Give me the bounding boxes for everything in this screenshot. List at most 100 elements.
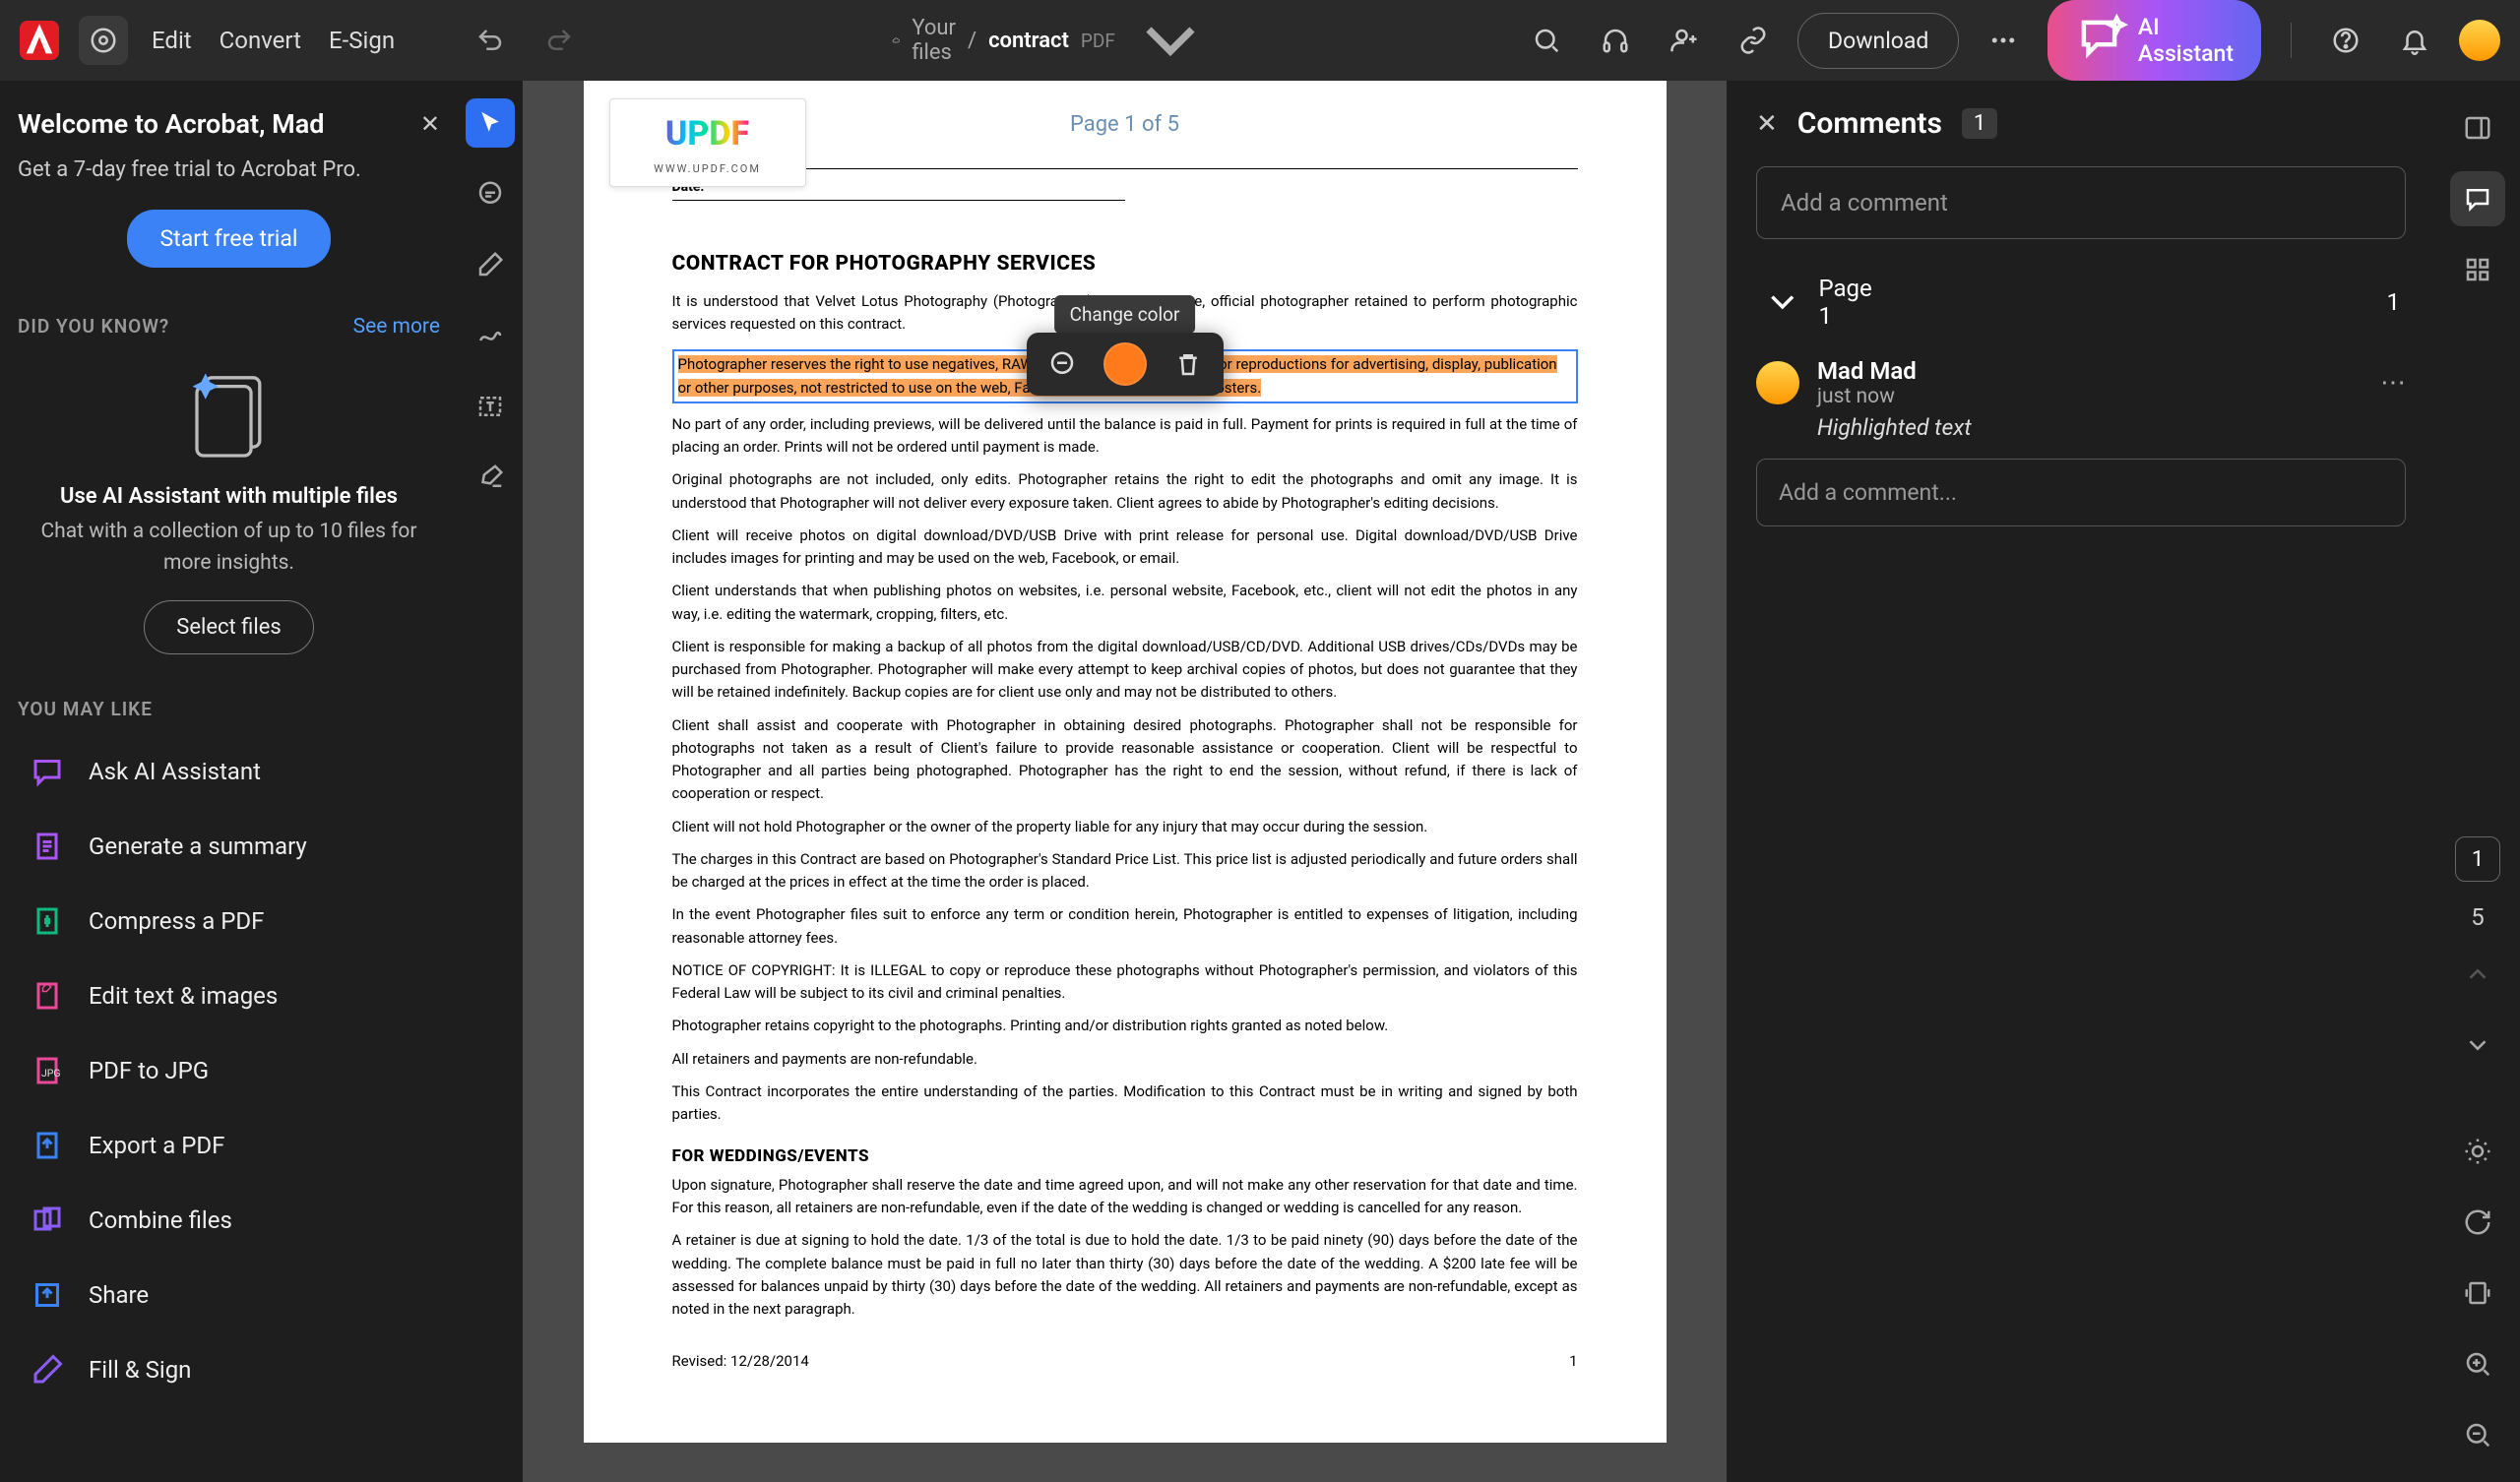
ai-card-desc: Chat with a collection of up to 10 files… [18, 517, 440, 579]
doc-para: This Contract incorporates the entire un… [672, 1081, 1578, 1127]
page-group-count: 1 [2387, 288, 2401, 316]
breadcrumb-files[interactable]: Your files [912, 16, 956, 65]
comment-card[interactable]: Mad Mad just now ⋯ Highlighted text Add … [1756, 357, 2406, 526]
page-up-icon[interactable] [2450, 947, 2505, 1002]
page-down-icon[interactable] [2450, 1018, 2505, 1073]
chevron-down-icon [1762, 281, 1802, 322]
page-indicator: Page 1 of 5 [1070, 108, 1179, 142]
sidebar-item-label: Fill & Sign [89, 1356, 191, 1384]
you-may-like-label: YOU MAY LIKE [18, 698, 440, 720]
close-welcome-icon[interactable]: ✕ [420, 110, 440, 138]
jpg-icon: JPG [28, 1051, 67, 1090]
comment-panel-icon[interactable] [2450, 171, 2505, 226]
brightness-icon[interactable] [2450, 1124, 2505, 1179]
doc-para: NOTICE OF COPYRIGHT: It is ILLEGAL to co… [672, 959, 1578, 1006]
comment-tool[interactable] [466, 169, 515, 218]
doc-para: Client will not hold Photographer or the… [672, 816, 1578, 838]
sidebar-item-edit[interactable]: Edit text & images [18, 958, 440, 1033]
doc-para: A retainer is due at signing to hold the… [672, 1229, 1578, 1321]
fit-page-icon[interactable] [2450, 1266, 2505, 1321]
comments-count: 1 [1962, 108, 1997, 139]
page-group-toggle[interactable]: Page 1 1 [1756, 275, 2406, 330]
topbar: Edit Convert E-Sign Your files / contrac… [0, 0, 2520, 81]
page-number: 1 [1569, 1350, 1577, 1373]
select-tool[interactable] [466, 98, 515, 148]
weddings-heading: FOR WEDDINGS/EVENTS [672, 1143, 1578, 1169]
avatar[interactable] [2459, 20, 2500, 61]
user-add-icon[interactable] [1660, 16, 1709, 65]
acrobat-logo [20, 21, 59, 60]
headphones-icon[interactable] [1591, 16, 1640, 65]
redo-icon[interactable] [535, 16, 584, 65]
sidebar-item-label: Generate a summary [89, 833, 307, 860]
panel-toggle-icon[interactable] [2450, 100, 2505, 155]
add-note-icon[interactable] [1040, 342, 1084, 386]
doc-para: Original photographs are not included, o… [672, 468, 1578, 515]
add-comment-input[interactable]: Add a comment [1756, 166, 2406, 239]
select-files-button[interactable]: Select files [144, 600, 313, 654]
doc-para: The charges in this Contract are based o… [672, 848, 1578, 895]
erase-tool[interactable] [466, 453, 515, 502]
breadcrumb: Your files / contract PDF [892, 0, 1214, 84]
breadcrumb-sep: / [968, 29, 976, 53]
menu-edit[interactable]: Edit [148, 19, 196, 62]
right-rail: 1 5 [2435, 81, 2520, 1482]
did-you-know-label: DID YOU KNOW? [18, 315, 169, 339]
combine-icon [28, 1201, 67, 1240]
help-icon[interactable] [2321, 16, 2370, 65]
menu-convert[interactable]: Convert [216, 19, 305, 62]
breadcrumb-filename: contract [988, 29, 1069, 53]
home-icon[interactable] [79, 16, 128, 65]
document-area[interactable]: Page 1 of 5 UPDF WWW.UPDF.COM Client: Da… [523, 81, 1727, 1482]
color-swatch[interactable] [1103, 342, 1147, 386]
watermark: UPDF WWW.UPDF.COM [609, 98, 806, 187]
close-comments-icon[interactable]: ✕ [1756, 109, 1778, 139]
download-button[interactable]: Download [1797, 13, 1959, 69]
sidebar-item-summary[interactable]: Generate a summary [18, 809, 440, 884]
text-tool[interactable] [466, 382, 515, 431]
chevron-down-icon[interactable] [1127, 0, 1214, 84]
divider [2291, 23, 2292, 58]
doc-para: Client understands that when publishing … [672, 580, 1578, 626]
comment-more-icon[interactable]: ⋯ [2380, 368, 2406, 398]
left-sidebar: Welcome to Acrobat, Mad ✕ Get a 7-day fr… [0, 81, 458, 1482]
search-icon[interactable] [1522, 16, 1571, 65]
zoom-out-icon[interactable] [2450, 1407, 2505, 1462]
sidebar-item-jpg[interactable]: JPGPDF to JPG [18, 1033, 440, 1108]
see-more-link[interactable]: See more [353, 315, 440, 339]
comment-time: just now [1817, 385, 1917, 408]
share-icon [28, 1275, 67, 1315]
sidebar-item-chat[interactable]: Ask AI Assistant [18, 734, 440, 809]
sidebar-item-compress[interactable]: Compress a PDF [18, 884, 440, 958]
comment-reply-input[interactable]: Add a comment... [1756, 459, 2406, 526]
menu-esign[interactable]: E-Sign [325, 19, 399, 62]
more-icon[interactable] [1979, 16, 2028, 65]
highlight-popover [1027, 333, 1224, 396]
sidebar-item-sign[interactable]: Fill & Sign [18, 1332, 440, 1407]
link-icon[interactable] [1729, 16, 1778, 65]
sidebar-item-label: Ask AI Assistant [89, 758, 261, 785]
highlight-tool[interactable] [466, 240, 515, 289]
grid-view-icon[interactable] [2450, 242, 2505, 297]
doc-para: All retainers and payments are non-refun… [672, 1048, 1578, 1071]
delete-highlight-icon[interactable] [1166, 342, 1210, 386]
breadcrumb-ext: PDF [1081, 30, 1115, 52]
undo-icon[interactable] [466, 16, 515, 65]
sidebar-item-export[interactable]: Export a PDF [18, 1108, 440, 1183]
rotate-icon[interactable] [2450, 1195, 2505, 1250]
sidebar-item-combine[interactable]: Combine files [18, 1183, 440, 1258]
current-page-input[interactable]: 1 [2455, 836, 2500, 882]
total-pages: 5 [2471, 903, 2485, 931]
ai-assistant-button[interactable]: AI Assistant [2048, 0, 2261, 81]
doc-para: Client will receive photos on digital do… [672, 525, 1578, 571]
bell-icon[interactable] [2390, 16, 2439, 65]
sparkle-chat-icon [2075, 14, 2127, 66]
sidebar-item-label: Combine files [89, 1206, 232, 1234]
doc-para: Photographer retains copyright to the ph… [672, 1015, 1578, 1037]
welcome-subtitle: Get a 7-day free trial to Acrobat Pro. [18, 157, 440, 182]
pdf-page: Page 1 of 5 UPDF WWW.UPDF.COM Client: Da… [584, 81, 1667, 1443]
start-trial-button[interactable]: Start free trial [127, 210, 332, 268]
sidebar-item-share[interactable]: Share [18, 1258, 440, 1332]
draw-tool[interactable] [466, 311, 515, 360]
zoom-in-icon[interactable] [2450, 1336, 2505, 1391]
